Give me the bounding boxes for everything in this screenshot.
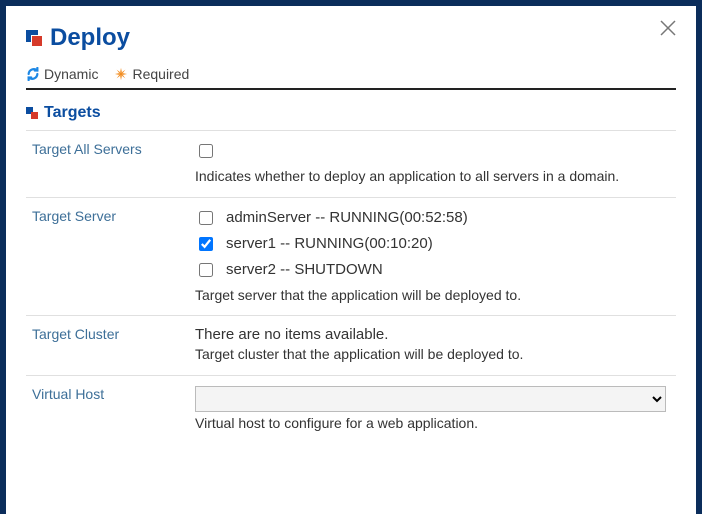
target-server-help: Target server that the application will … <box>195 286 666 306</box>
legend-required-label: Required <box>132 66 189 82</box>
target-server-label: Target Server <box>26 208 191 306</box>
target-all-checkbox[interactable] <box>199 144 213 158</box>
legend-row: Dynamic Required <box>26 66 676 90</box>
server-option-server1[interactable] <box>199 237 213 251</box>
target-all-help: Indicates whether to deploy an applicati… <box>195 167 666 187</box>
deploy-dialog: Deploy Dynamic Required Targets <box>0 0 702 514</box>
virtual-host-help: Virtual host to configure for a web appl… <box>195 414 666 434</box>
target-cluster-empty: There are no items available. <box>195 326 666 343</box>
virtual-host-select[interactable] <box>195 386 666 412</box>
close-button[interactable] <box>658 18 678 38</box>
server-option-adminserver[interactable] <box>199 211 213 225</box>
server-option-label: adminServer -- RUNNING(00:52:58) <box>226 209 468 226</box>
target-all-label: Target All Servers <box>26 141 191 187</box>
section-icon <box>26 107 38 119</box>
server-option-server2[interactable] <box>199 263 213 277</box>
virtual-host-label: Virtual Host <box>26 386 191 434</box>
target-cluster-help: Target cluster that the application will… <box>195 345 666 365</box>
server-option-label: server2 -- SHUTDOWN <box>226 261 383 278</box>
legend-dynamic-label: Dynamic <box>44 66 98 82</box>
server-option-label: server1 -- RUNNING(00:10:20) <box>226 235 433 252</box>
dynamic-icon <box>26 67 40 81</box>
dialog-title: Deploy <box>50 24 130 52</box>
deploy-icon <box>26 30 42 46</box>
target-cluster-label: Target Cluster <box>26 326 191 365</box>
section-title: Targets <box>44 104 101 122</box>
required-icon <box>114 67 128 81</box>
